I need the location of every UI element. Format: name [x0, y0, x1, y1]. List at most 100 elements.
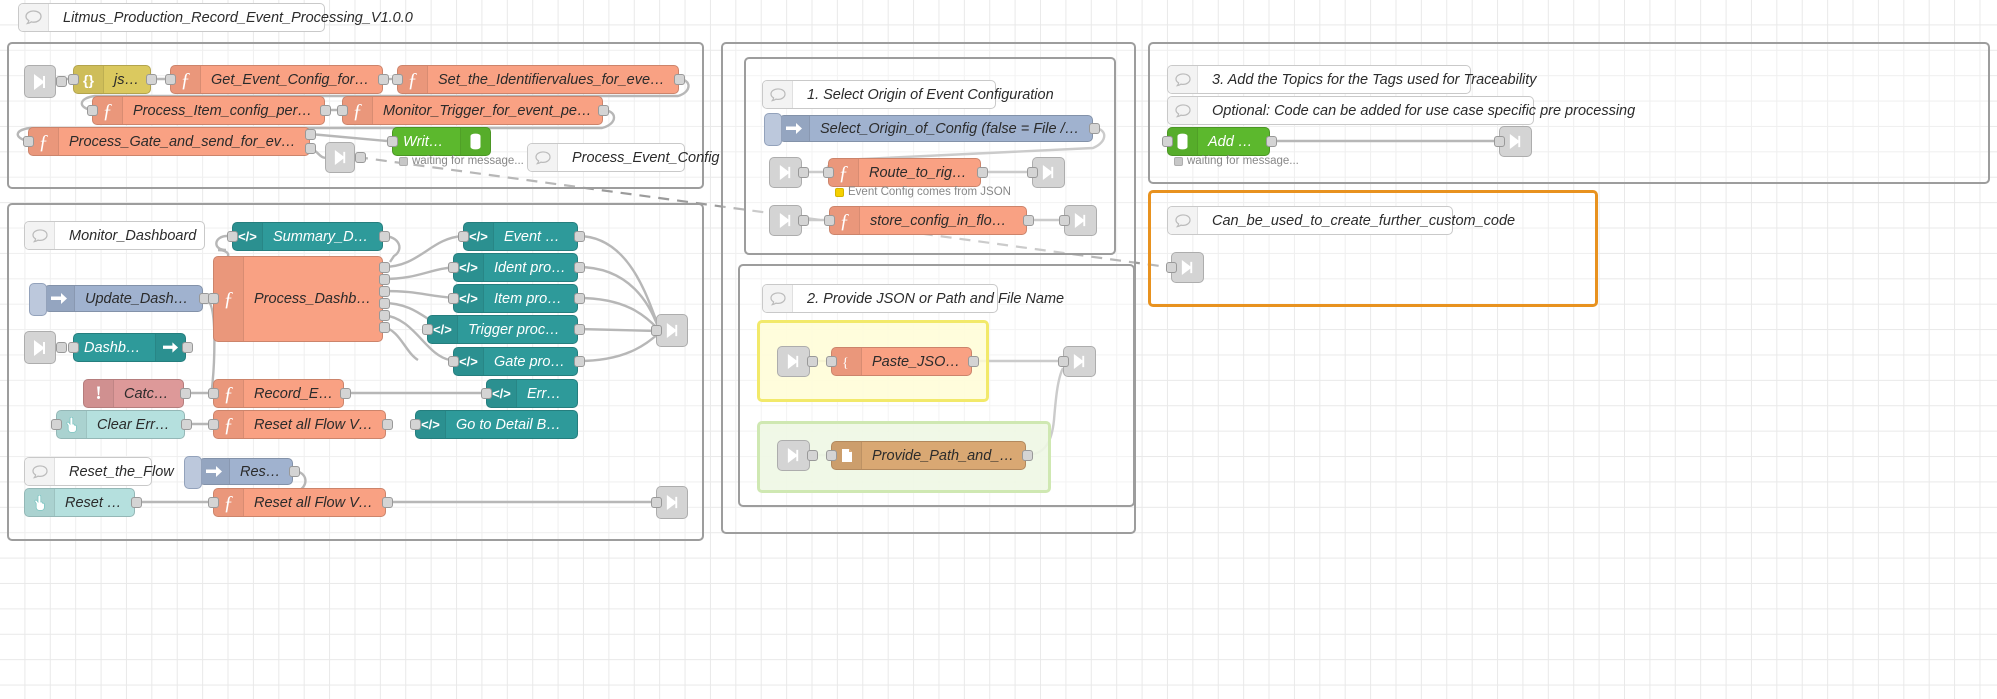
port-out-pdi-1[interactable] — [379, 262, 390, 273]
port-in-process-item-config[interactable] — [87, 105, 98, 116]
node-error-log[interactable]: </> Error Log — [486, 379, 578, 408]
port-in-link-out-route[interactable] — [1027, 167, 1038, 178]
port-out-select-origin[interactable] — [1089, 123, 1100, 134]
node-add-topics[interactable]: Add Topics — [1167, 127, 1270, 156]
node-process-gate[interactable]: ƒ Process_Gate_and_send_for_event_per_de… — [28, 127, 310, 156]
flow-title-comment[interactable]: Litmus_Production_Record_Event_Processin… — [18, 3, 325, 32]
port-in-event-config[interactable] — [458, 231, 469, 242]
port-in-provide-path[interactable] — [826, 450, 837, 461]
port-out-catch-errors[interactable] — [180, 388, 191, 399]
node-get-event-config[interactable]: ƒ Get_Event_Config_for_Device — [170, 65, 383, 94]
node-item-processing[interactable]: </> Item processing — [453, 284, 578, 313]
node-provide-path-and-file-name[interactable]: Provide_Path_and_File_name — [831, 441, 1026, 470]
port-out-clear-error-log[interactable] — [181, 419, 192, 430]
node-catch-errors[interactable]: ! Catch Errors — [83, 379, 184, 408]
port-out-link-event[interactable] — [355, 152, 366, 163]
port-in-link-dashboard[interactable] — [651, 325, 662, 336]
node-process-item-config[interactable]: ƒ Process_Item_config_per_event_per_devi… — [92, 96, 325, 125]
node-reset-flow-button[interactable]: Reset Flow — [24, 488, 135, 517]
port-out-reset-flow-button[interactable] — [131, 497, 142, 508]
port-out-store-config[interactable] — [1023, 215, 1034, 226]
comment-provide-json[interactable]: 2. Provide JSON or Path and File Name — [762, 284, 998, 313]
port-out-item-processing[interactable] — [574, 293, 585, 304]
port-out-link-provide-path[interactable] — [807, 450, 818, 461]
node-record-errors[interactable]: ƒ Record_Errors — [213, 379, 344, 408]
comment-reset-the-flow[interactable]: Reset_the_Flow — [24, 457, 152, 486]
node-dashboard[interactable]: Dashboard — [73, 333, 186, 362]
node-paste-json-here[interactable]: { Paste_JSON_here — [831, 347, 972, 376]
port-in-link-custom-code[interactable] — [1166, 262, 1177, 273]
port-out-set-identifier[interactable] — [674, 74, 685, 85]
port-in-ident-processing[interactable] — [448, 262, 459, 273]
port-in-summary-dashboard[interactable] — [227, 231, 238, 242]
port-out-reset-all-2[interactable] — [382, 497, 393, 508]
node-process-dashboard-info[interactable]: ƒ Process_Dashboard_Info — [213, 256, 383, 342]
port-out-pdi-6[interactable] — [379, 322, 390, 333]
port-in-route-to-right-flow[interactable] — [823, 167, 834, 178]
node-monitor-trigger[interactable]: ƒ Monitor_Trigger_for_event_per_device — [342, 96, 603, 125]
port-out-reset-flow-inject[interactable] — [289, 466, 300, 477]
port-in-process-dashboard-info[interactable] — [208, 293, 219, 304]
port-in-get-event-config[interactable] — [165, 74, 176, 85]
comment-add-topics-title[interactable]: 3. Add the Topics for the Tags used for … — [1167, 65, 1471, 94]
port-out-gate-processing[interactable] — [574, 356, 585, 367]
port-in-clear-error-log[interactable] — [51, 419, 62, 430]
port-out-event-config[interactable] — [574, 231, 585, 242]
link-out-node-event[interactable] — [325, 142, 355, 173]
port-in-go-to-detail-buttons[interactable] — [410, 419, 421, 430]
node-json[interactable]: {} json — [73, 65, 151, 94]
reset-flow-sidetab[interactable] — [184, 456, 202, 489]
port-out-link-route[interactable] — [798, 167, 809, 178]
node-update-dashboard[interactable]: Update_Dashboard ↻ — [44, 285, 203, 312]
port-out-trigger-processing[interactable] — [574, 324, 585, 335]
inject-node-event[interactable] — [24, 65, 56, 98]
port-in-reset-all-2[interactable] — [208, 497, 219, 508]
update-dashboard-sidetab[interactable] — [29, 283, 47, 316]
comment-custom-code[interactable]: Can_be_used_to_create_further_custom_cod… — [1167, 206, 1453, 235]
port-in-add-topics[interactable] — [1162, 136, 1173, 147]
node-summary-dashboard[interactable]: </> Summary_Dashboard — [232, 222, 383, 251]
link-in-node-provide-path[interactable] — [777, 440, 810, 471]
port-out-add-topics[interactable] — [1266, 136, 1277, 147]
port-in-dashboard[interactable] — [68, 342, 79, 353]
port-out-ident-processing[interactable] — [574, 262, 585, 273]
node-event-config[interactable]: </> Event Config — [463, 222, 578, 251]
port-out-pdi-2[interactable] — [379, 274, 390, 285]
port-in-process-gate[interactable] — [23, 136, 34, 147]
flow-canvas[interactable]: Litmus_Production_Record_Event_Processin… — [0, 0, 1997, 699]
port-in-record-errors[interactable] — [208, 388, 219, 399]
node-reset-all-flow-variables-2[interactable]: ƒ Reset all Flow Variables — [213, 488, 386, 517]
port-in-item-processing[interactable] — [448, 293, 459, 304]
port-in-json[interactable] — [68, 74, 79, 85]
port-out-record-errors[interactable] — [340, 388, 351, 399]
port-in-link-out-json-path[interactable] — [1058, 356, 1069, 367]
port-out-reset-all-1[interactable] — [382, 419, 393, 430]
port-out-get-event-config[interactable] — [378, 74, 389, 85]
port-in-reset-all-1[interactable] — [208, 419, 219, 430]
comment-process-event-config[interactable]: Process_Event_Config — [527, 143, 685, 172]
port-out-dashboard[interactable] — [182, 342, 193, 353]
port-in-set-identifier[interactable] — [392, 74, 403, 85]
port-out-link-store-config[interactable] — [798, 215, 809, 226]
inject-node-dashboard[interactable] — [24, 331, 56, 364]
port-in-store-config[interactable] — [824, 215, 835, 226]
port-out-monitor-trigger[interactable] — [598, 105, 609, 116]
node-select-origin-of-config[interactable]: Select_Origin_of_Config (false = File / … — [779, 115, 1093, 142]
port-out-pdi-5[interactable] — [379, 310, 390, 321]
port-in-trigger-processing[interactable] — [422, 324, 433, 335]
node-write-topic[interactable]: Write_Topic — [392, 127, 491, 156]
link-in-node-paste-json[interactable] — [777, 346, 810, 377]
port-out-pdi-4[interactable] — [379, 298, 390, 309]
port-in-monitor-trigger[interactable] — [337, 105, 348, 116]
node-gate-processing[interactable]: </> Gate processing — [453, 347, 578, 376]
port-in-link-out-topics[interactable] — [1494, 136, 1505, 147]
node-trigger-processing[interactable]: </> Trigger processing — [427, 315, 578, 344]
port-out-link-paste-json[interactable] — [807, 356, 818, 367]
node-route-to-right-flow[interactable]: ƒ Route_to_right_flow — [828, 158, 981, 187]
port-in-paste-json[interactable] — [826, 356, 837, 367]
port-out-pdi-3[interactable] — [379, 286, 390, 297]
node-reset-all-flow-variables-1[interactable]: ƒ Reset all Flow Variables — [213, 410, 386, 439]
comment-optional-code[interactable]: Optional: Code can be added for use case… — [1167, 96, 1534, 125]
node-reset-flow-inject[interactable]: Reset Flow — [199, 458, 293, 485]
port-in-gate-processing[interactable] — [448, 356, 459, 367]
